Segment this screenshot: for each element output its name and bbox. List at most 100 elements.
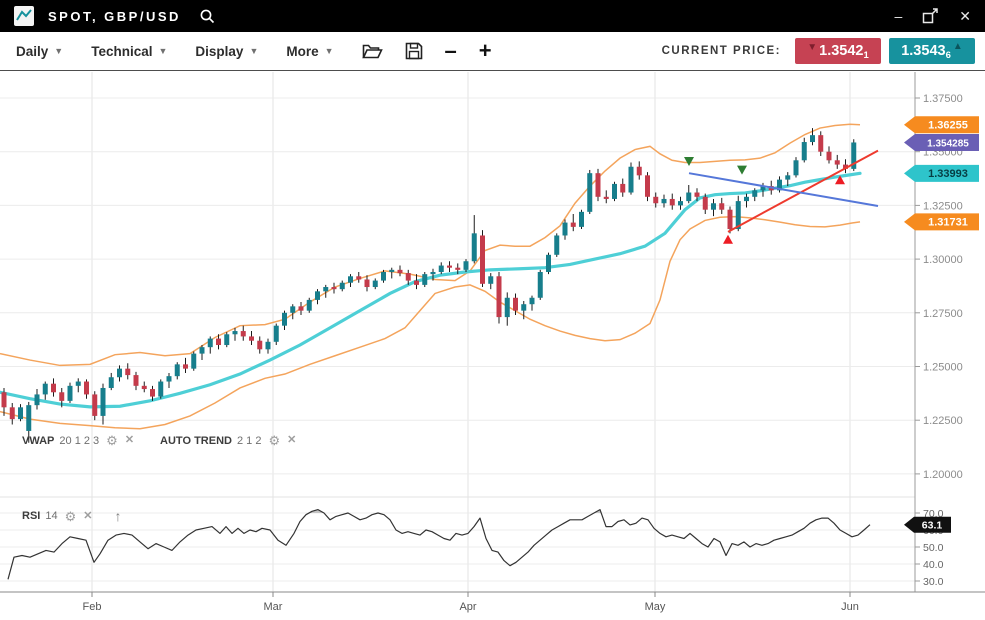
arrow-down-icon: ▼	[807, 42, 817, 53]
candle-body	[818, 135, 823, 152]
arrow-up-icon: ▲	[953, 41, 963, 52]
candle-body	[703, 197, 708, 210]
candle-body	[670, 199, 675, 205]
candle-body	[59, 392, 64, 401]
candle-body	[686, 193, 691, 202]
candle-body	[728, 210, 733, 229]
sell-signal-marker	[684, 157, 694, 166]
menu-technical[interactable]: Technical▼	[91, 44, 167, 59]
rsi-line	[8, 510, 870, 580]
price-axis-label: 1.32500	[923, 200, 963, 212]
candle-body	[620, 184, 625, 193]
time-axis-label: Mar	[264, 601, 283, 613]
minimize-button[interactable]: –	[894, 9, 902, 23]
candle-body	[455, 268, 460, 270]
close-icon[interactable]: ✕	[83, 511, 92, 522]
close-icon[interactable]: ✕	[125, 435, 134, 446]
candle-body	[447, 266, 452, 268]
candle-body	[637, 167, 642, 176]
candle-body	[365, 280, 370, 288]
candle-body	[554, 235, 559, 254]
chevron-down-icon: ▼	[158, 46, 167, 56]
candle-body	[76, 382, 81, 386]
candle-body	[200, 347, 205, 353]
candle-body	[43, 384, 48, 395]
vwap-price-tag: 1.33993	[904, 165, 979, 182]
price-axis-label: 1.20000	[923, 469, 963, 481]
candle-body	[233, 331, 238, 334]
candle-body	[744, 197, 749, 201]
toolbar: Daily▼ Technical▼ Display▼ More▼ – + CUR…	[0, 32, 985, 71]
candle-body	[472, 233, 477, 261]
candle-body	[134, 375, 139, 386]
menu-daily[interactable]: Daily▼	[16, 44, 63, 59]
sell-signal-marker	[737, 166, 747, 175]
rsi-legend-row: RSI 14 ⚙ ✕ ↑	[22, 509, 121, 523]
candle-body	[629, 167, 634, 193]
candle-body	[752, 190, 757, 196]
save-button[interactable]	[405, 42, 423, 60]
candle-body	[719, 203, 724, 209]
svg-text:1.354285: 1.354285	[927, 138, 969, 149]
candle-body	[711, 203, 716, 209]
candle-body	[695, 193, 700, 197]
candle-body	[546, 255, 551, 272]
open-folder-button[interactable]	[362, 43, 383, 60]
menu-more[interactable]: More▼	[286, 44, 333, 59]
move-panel-up-icon[interactable]: ↑	[114, 509, 121, 523]
time-axis-label: Feb	[83, 601, 102, 613]
rsi-axis-label: 30.0	[923, 576, 944, 588]
candle-body	[810, 135, 815, 142]
candle-body	[538, 272, 543, 298]
zoom-out-button[interactable]: –	[445, 40, 457, 62]
indicator-legend-row: VWAP 20 1 2 3 ⚙ ✕ AUTO TREND 2 1 2 ⚙ ✕	[22, 434, 296, 447]
candle-body	[249, 336, 254, 340]
candle-body	[480, 235, 485, 283]
candle-body	[530, 298, 535, 304]
candle-body	[241, 331, 246, 336]
time-axis-label: Jun	[841, 601, 859, 613]
chevron-down-icon: ▼	[325, 46, 334, 56]
price-chart-canvas[interactable]: 1.375001.350001.325001.300001.275001.250…	[0, 0, 985, 620]
rsi-axis-label: 50.0	[923, 542, 944, 554]
candle-body	[389, 270, 394, 272]
price-axis-label: 1.27500	[923, 308, 963, 320]
candle-body	[678, 201, 683, 205]
candle-body	[827, 152, 832, 161]
candle-body	[150, 389, 155, 397]
candle-body	[35, 394, 40, 405]
candle-body	[299, 306, 304, 310]
candle-body	[117, 369, 122, 378]
candle-body	[175, 364, 180, 376]
candle-body	[282, 313, 287, 326]
candle-body	[422, 274, 427, 285]
price-axis-label: 1.22500	[923, 415, 963, 427]
candle-body	[653, 197, 658, 203]
gear-icon[interactable]: ⚙	[268, 434, 280, 447]
gear-icon[interactable]: ⚙	[65, 510, 77, 523]
gear-icon[interactable]: ⚙	[106, 434, 118, 447]
candle-body	[167, 376, 172, 381]
close-icon[interactable]: ✕	[287, 435, 296, 446]
window-title: SPOT, GBP/USD	[48, 9, 181, 24]
price-axis-label: 1.25000	[923, 362, 963, 374]
zoom-in-button[interactable]: +	[479, 40, 492, 62]
search-icon[interactable]	[199, 8, 216, 25]
candle-body	[142, 386, 147, 389]
candle-body	[579, 212, 584, 227]
candle-body	[785, 175, 790, 179]
candle-body	[274, 326, 279, 342]
popout-button[interactable]	[922, 8, 939, 24]
rsi-axis-label: 40.0	[923, 559, 944, 571]
last-price-price-tag: 1.354285	[904, 134, 979, 151]
menu-display[interactable]: Display▼	[195, 44, 258, 59]
close-button[interactable]: ✕	[959, 9, 971, 23]
candle-body	[464, 261, 469, 270]
candle-body	[2, 392, 7, 407]
candle-body	[290, 306, 295, 312]
ask-price-badge: 1.35436 ▲	[889, 38, 975, 64]
candle-body	[587, 173, 592, 212]
candle-body	[266, 342, 271, 350]
candle-body	[439, 266, 444, 272]
rsi-indicator-label: RSI	[22, 510, 40, 522]
